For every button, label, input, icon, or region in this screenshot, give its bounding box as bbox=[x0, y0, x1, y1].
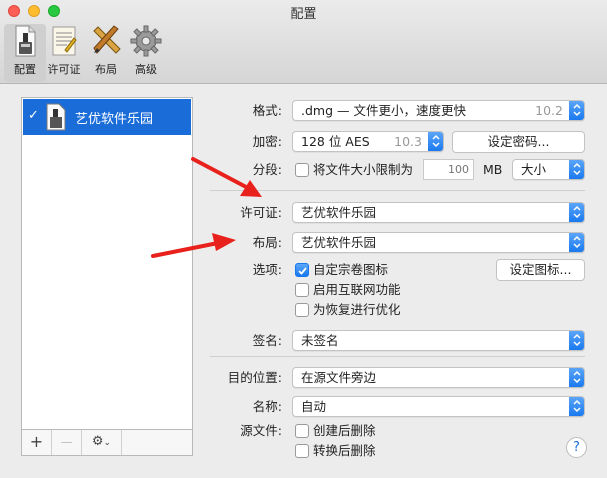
window-title: 配置 bbox=[290, 7, 317, 22]
add-button[interactable]: + bbox=[22, 430, 52, 455]
segment-checkbox-label: 将文件大小限制为 bbox=[313, 162, 414, 177]
action-menu-button[interactable]: ⚙⌄ bbox=[82, 430, 122, 455]
segment-unit-popup[interactable]: 大小 bbox=[512, 159, 585, 180]
optimize-label: 为恢复进行优化 bbox=[313, 302, 401, 317]
segment-unit-value: 大小 bbox=[521, 162, 547, 177]
optimize-checkbox[interactable] bbox=[295, 303, 309, 317]
popup-arrows-icon bbox=[569, 160, 584, 179]
delete-after-convert-checkbox[interactable] bbox=[295, 444, 309, 458]
options-label: 选项: bbox=[252, 262, 282, 277]
toolbar-label: 高级 bbox=[135, 63, 157, 76]
checkmark-icon: ✓ bbox=[28, 108, 39, 123]
custom-icon-checkbox[interactable] bbox=[295, 263, 309, 277]
toolbar-label: 许可证 bbox=[47, 63, 81, 76]
delete-after-convert-label: 转换后删除 bbox=[313, 443, 376, 458]
separator bbox=[210, 356, 585, 357]
configuration-list[interactable]: ✓ 艺优软件乐园 bbox=[21, 97, 193, 430]
destination-label: 目的位置: bbox=[227, 370, 282, 385]
layout-label: 布局: bbox=[252, 235, 282, 250]
license-document-icon bbox=[52, 26, 77, 56]
popup-arrows-icon bbox=[569, 368, 584, 387]
format-version: 10.2 bbox=[535, 103, 563, 118]
signature-value: 未签名 bbox=[301, 333, 339, 348]
popup-arrows-icon bbox=[569, 233, 584, 252]
custom-icon-label: 自定宗卷图标 bbox=[313, 262, 389, 277]
list-item-label: 艺优软件乐园 bbox=[75, 112, 154, 127]
checkmark-icon bbox=[298, 267, 307, 275]
popup-arrows-icon bbox=[569, 101, 584, 120]
list-item[interactable]: ✓ 艺优软件乐园 bbox=[23, 99, 191, 135]
signature-popup[interactable]: 未签名 bbox=[292, 330, 585, 351]
license-popup[interactable]: 艺优软件乐园 bbox=[292, 202, 585, 223]
format-popup[interactable]: .dmg — 文件更小，速度更快 10.2 bbox=[292, 100, 585, 121]
segment-unit: MB bbox=[483, 162, 503, 177]
source-label: 源文件: bbox=[240, 423, 282, 438]
name-label: 名称: bbox=[252, 399, 282, 414]
destination-popup[interactable]: 在源文件旁边 bbox=[292, 367, 585, 388]
encryption-popup[interactable]: 128 位 AES 10.3 bbox=[292, 131, 444, 152]
format-label: 格式: bbox=[252, 103, 282, 118]
license-label: 许可证: bbox=[240, 205, 282, 220]
toolbar-layout[interactable]: 布局 bbox=[85, 24, 127, 82]
chevron-down-icon: ⌄ bbox=[103, 438, 112, 448]
toolbar-label: 布局 bbox=[95, 63, 117, 76]
disk-image-icon bbox=[15, 25, 36, 57]
popup-arrows-icon bbox=[569, 397, 584, 416]
layout-popup[interactable]: 艺优软件乐园 bbox=[292, 232, 585, 253]
toolbar-configure[interactable]: 配置 bbox=[4, 24, 46, 82]
toolbar-advanced[interactable]: 高级 bbox=[125, 24, 167, 82]
toolbar-label: 配置 bbox=[14, 63, 36, 76]
gear-icon: ⚙ bbox=[91, 434, 104, 449]
separator bbox=[210, 190, 585, 191]
encryption-label: 加密: bbox=[252, 134, 282, 149]
layout-value: 艺优软件乐园 bbox=[301, 235, 377, 250]
encryption-value: 128 位 AES bbox=[301, 134, 370, 149]
help-button[interactable]: ? bbox=[566, 437, 587, 458]
segment-size-input[interactable] bbox=[423, 159, 474, 180]
format-value: .dmg — 文件更小，速度更快 bbox=[301, 103, 466, 118]
set-password-button[interactable]: 设定密码... bbox=[452, 131, 585, 153]
delete-after-create-label: 创建后删除 bbox=[313, 423, 376, 438]
popup-arrows-icon bbox=[428, 132, 443, 151]
disk-image-icon bbox=[46, 103, 66, 131]
layout-tools-icon bbox=[93, 25, 121, 54]
internet-checkbox[interactable] bbox=[295, 283, 309, 297]
license-value: 艺优软件乐园 bbox=[301, 205, 377, 220]
popup-arrows-icon bbox=[569, 331, 584, 350]
gear-icon bbox=[130, 25, 162, 57]
encryption-version: 10.3 bbox=[394, 134, 422, 149]
popup-arrows-icon bbox=[569, 203, 584, 222]
name-popup[interactable]: 自动 bbox=[292, 396, 585, 417]
list-bottom-bar: + — ⚙⌄ bbox=[21, 430, 193, 456]
destination-value: 在源文件旁边 bbox=[301, 370, 377, 385]
segment-checkbox[interactable] bbox=[295, 163, 309, 177]
set-icon-button[interactable]: 设定图标... bbox=[496, 259, 585, 281]
segment-label: 分段: bbox=[252, 162, 282, 177]
name-value: 自动 bbox=[301, 399, 327, 414]
internet-label: 启用互联网功能 bbox=[313, 282, 401, 297]
remove-button[interactable]: — bbox=[52, 430, 82, 455]
toolbar-license[interactable]: 许可证 bbox=[43, 24, 85, 82]
delete-after-create-checkbox[interactable] bbox=[295, 424, 309, 438]
signature-label: 签名: bbox=[252, 333, 282, 348]
